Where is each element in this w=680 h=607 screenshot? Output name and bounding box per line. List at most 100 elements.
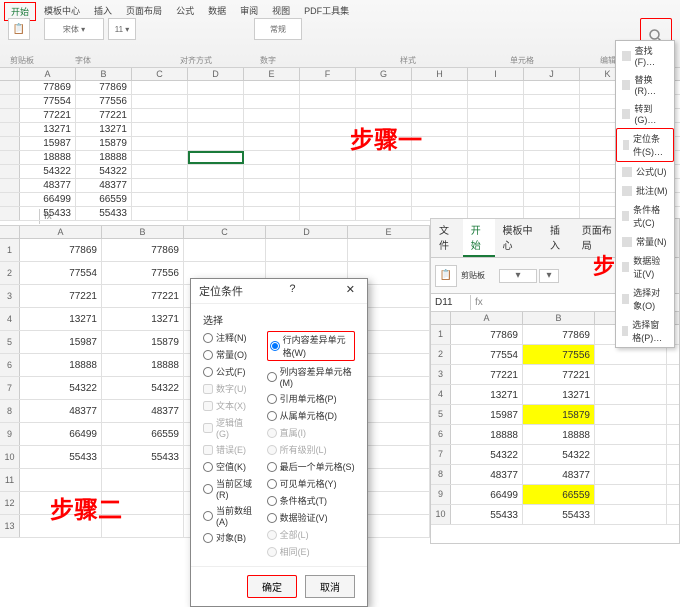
dd-item-4[interactable]: 公式(U): [616, 162, 674, 181]
cell[interactable]: 15879: [76, 137, 132, 150]
row-header[interactable]: 1: [431, 325, 451, 344]
cell[interactable]: 77554: [451, 345, 523, 364]
radio-left-2[interactable]: 公式(F): [203, 365, 255, 378]
row-header[interactable]: 5: [431, 405, 451, 424]
cell[interactable]: [244, 207, 300, 220]
cell[interactable]: [188, 179, 244, 192]
cell[interactable]: 13271: [523, 385, 595, 404]
cell[interactable]: 55433: [523, 505, 595, 524]
cell[interactable]: 77556: [102, 262, 184, 284]
cell[interactable]: 77221: [523, 365, 595, 384]
cell[interactable]: 13271: [102, 308, 184, 330]
cell[interactable]: 54322: [20, 165, 76, 178]
cell[interactable]: [266, 239, 348, 261]
radio-left-8[interactable]: 当前区域(R): [203, 477, 255, 500]
radio-right-9[interactable]: 数据验证(V): [267, 511, 355, 524]
radio-right-1[interactable]: 列内容差异单元格(M): [267, 365, 355, 388]
row-header[interactable]: 4: [431, 385, 451, 404]
row-header[interactable]: 7: [0, 377, 20, 399]
cell[interactable]: 77869: [102, 239, 184, 261]
close-icon[interactable]: ✕: [342, 283, 359, 299]
cell[interactable]: [524, 109, 580, 122]
col-header[interactable]: I: [468, 68, 524, 80]
col-header[interactable]: C: [184, 226, 266, 238]
font-select[interactable]: 宋体 ▾: [44, 18, 104, 40]
cell[interactable]: [412, 165, 468, 178]
dd-item-2[interactable]: 转到(G)…: [616, 99, 674, 128]
cell[interactable]: [524, 95, 580, 108]
cell[interactable]: [20, 469, 102, 491]
cell[interactable]: 48377: [523, 465, 595, 484]
radio-right-0[interactable]: 行内容差异单元格(W): [267, 331, 355, 361]
cell[interactable]: 55433: [20, 207, 76, 220]
cell[interactable]: 77869: [20, 239, 102, 261]
number-format[interactable]: 常规: [254, 18, 302, 40]
cell[interactable]: [188, 137, 244, 150]
tab-8[interactable]: PDF工具集: [298, 2, 355, 21]
dd-item-10[interactable]: 选择窗格(P)…: [616, 315, 674, 347]
cell[interactable]: [356, 207, 412, 220]
cell[interactable]: 54322: [20, 377, 102, 399]
radio-left-10[interactable]: 对象(B): [203, 531, 255, 544]
row-header[interactable]: 9: [431, 485, 451, 504]
row-header[interactable]: 3: [431, 365, 451, 384]
font-size-p3[interactable]: ▾: [539, 269, 559, 283]
row-header[interactable]: 6: [0, 354, 20, 376]
col-header[interactable]: A: [20, 68, 76, 80]
col-header[interactable]: E: [348, 226, 430, 238]
col-header[interactable]: B: [102, 226, 184, 238]
cell[interactable]: 48377: [102, 400, 184, 422]
cell[interactable]: [300, 123, 356, 136]
row-header[interactable]: 10: [431, 505, 451, 524]
cell[interactable]: 13271: [20, 123, 76, 136]
cell[interactable]: [244, 81, 300, 94]
cell[interactable]: [468, 123, 524, 136]
cell[interactable]: [412, 193, 468, 206]
cell[interactable]: [468, 151, 524, 164]
dd-item-6[interactable]: 条件格式(C): [616, 200, 674, 232]
row-header[interactable]: 9: [0, 423, 20, 445]
cell[interactable]: [300, 81, 356, 94]
cell[interactable]: [188, 193, 244, 206]
col-header[interactable]: B: [76, 68, 132, 80]
cell[interactable]: [524, 81, 580, 94]
cell[interactable]: 66499: [20, 423, 102, 445]
row-header[interactable]: 10: [0, 446, 20, 468]
row-header[interactable]: 6: [431, 425, 451, 444]
col-header[interactable]: F: [300, 68, 356, 80]
col-header[interactable]: H: [412, 68, 468, 80]
cell[interactable]: [244, 151, 300, 164]
cell[interactable]: [524, 123, 580, 136]
cell[interactable]: [524, 193, 580, 206]
col-header[interactable]: D: [188, 68, 244, 80]
cell[interactable]: 48377: [20, 179, 76, 192]
dialog-help[interactable]: ?: [289, 283, 295, 299]
cell[interactable]: 15879: [523, 405, 595, 424]
dd-item-5[interactable]: 批注(M): [616, 181, 674, 200]
cell[interactable]: [300, 193, 356, 206]
cell[interactable]: [188, 207, 244, 220]
col-header[interactable]: B: [523, 312, 595, 324]
radio-left-1[interactable]: 常量(O): [203, 348, 255, 361]
cell[interactable]: 66559: [102, 423, 184, 445]
cell[interactable]: [300, 179, 356, 192]
cell[interactable]: 15987: [451, 405, 523, 424]
cell[interactable]: 66559: [76, 193, 132, 206]
row-header[interactable]: 3: [0, 285, 20, 307]
cell[interactable]: [468, 137, 524, 150]
cell[interactable]: [132, 137, 188, 150]
cell[interactable]: [244, 137, 300, 150]
col-header[interactable]: D: [266, 226, 348, 238]
radio-left-9[interactable]: 当前数组(A): [203, 504, 255, 527]
cell[interactable]: [348, 239, 430, 261]
row-header[interactable]: 4: [0, 308, 20, 330]
cell[interactable]: 77221: [20, 109, 76, 122]
cell[interactable]: 54322: [76, 165, 132, 178]
cell[interactable]: 55433: [102, 446, 184, 468]
cell[interactable]: [356, 95, 412, 108]
cell[interactable]: [244, 95, 300, 108]
cell[interactable]: 77869: [76, 81, 132, 94]
cell[interactable]: [300, 95, 356, 108]
cell[interactable]: [300, 109, 356, 122]
cell[interactable]: 15987: [20, 331, 102, 353]
